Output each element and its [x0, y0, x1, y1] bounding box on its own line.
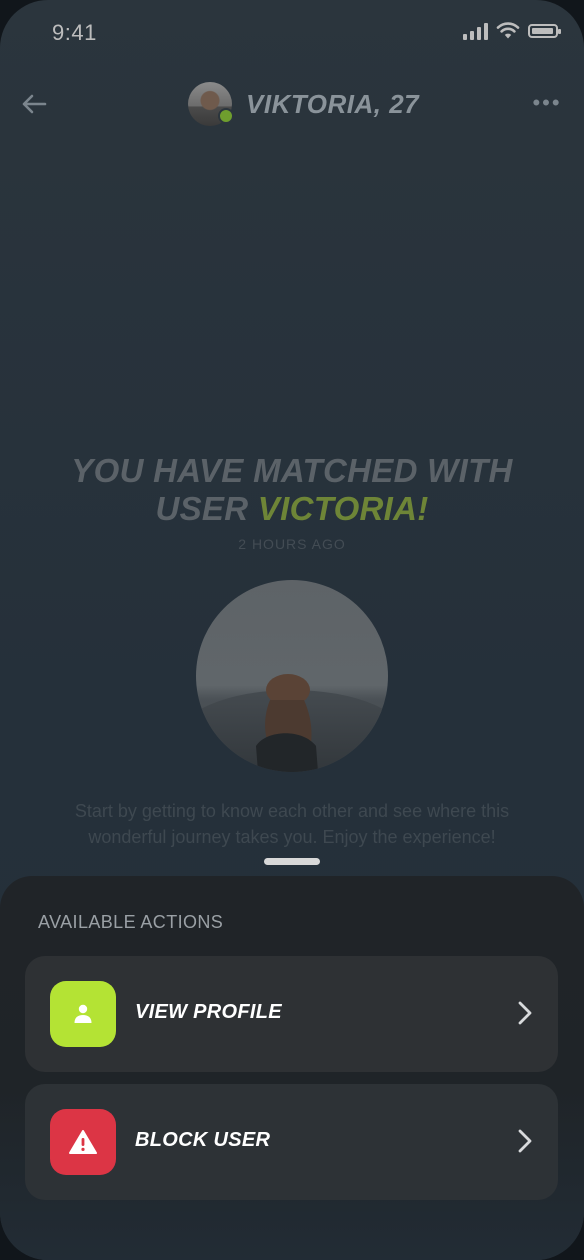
- match-title: YOU HAVE MATCHED WITH USER VICTORIA!: [0, 452, 584, 528]
- match-title-line2: USER VICTORIA!: [0, 490, 584, 528]
- block-user-button[interactable]: BLOCK USER: [25, 1084, 558, 1200]
- wifi-icon: [496, 22, 520, 39]
- photo-person: [256, 674, 318, 772]
- warning-icon: [69, 1130, 97, 1154]
- block-user-label: BLOCK USER: [135, 1129, 271, 1151]
- match-title-line1: YOU HAVE MATCHED WITH: [71, 452, 513, 489]
- user-icon: [74, 1004, 92, 1023]
- view-profile-icon-box: [50, 981, 116, 1047]
- header-profile[interactable]: VIKTORIA, 27: [188, 82, 419, 126]
- chevron-right-icon: [518, 1001, 532, 1025]
- block-user-icon-box: [50, 1109, 116, 1175]
- signal-icon: [463, 22, 488, 40]
- online-status-dot: [218, 108, 234, 124]
- match-description: Start by getting to know each other and …: [74, 801, 510, 847]
- status-bar: 9:41: [0, 0, 584, 64]
- chat-header: VIKTORIA, 27 •••: [0, 76, 584, 132]
- header-name: VIKTORIA, 27: [246, 88, 420, 119]
- match-timestamp: 2 HOURS AGO: [238, 536, 346, 552]
- matched-user-name: VICTORIA!: [257, 490, 429, 527]
- view-profile-button[interactable]: VIEW PROFILE: [25, 956, 558, 1072]
- chevron-right-icon: [518, 1129, 532, 1153]
- avatar[interactable]: [188, 82, 234, 126]
- status-icons: [463, 22, 561, 40]
- more-options-icon[interactable]: •••: [532, 88, 562, 118]
- actions-bottom-sheet: AVAILABLE ACTIONS VIEW PROFILE BLOCK USE…: [0, 858, 584, 1260]
- battery-icon: [528, 24, 561, 38]
- match-title-prefix: USER: [155, 490, 258, 527]
- sheet-title: AVAILABLE ACTIONS: [38, 912, 224, 932]
- match-profile-photo: [196, 580, 388, 772]
- status-time: 9:41: [52, 20, 97, 45]
- view-profile-label: VIEW PROFILE: [135, 1001, 282, 1023]
- sheet-drag-handle[interactable]: [264, 858, 320, 865]
- phone-screen: 9:41 VIKTORIA, 27 ••• YOU HAVE MATCHED W…: [0, 0, 584, 1260]
- back-arrow-icon[interactable]: [18, 88, 50, 120]
